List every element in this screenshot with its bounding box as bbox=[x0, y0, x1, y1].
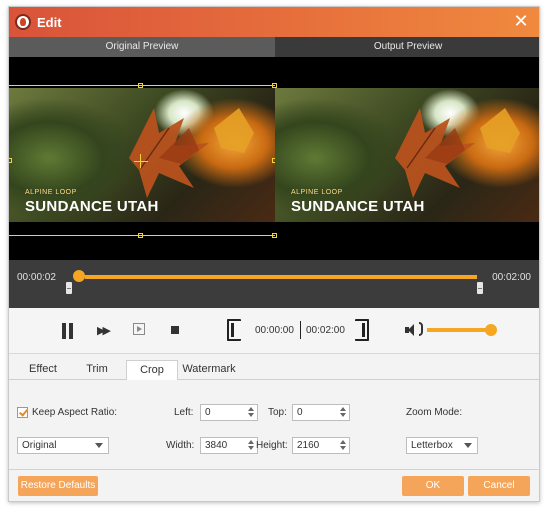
aspect-ratio-value: Original bbox=[22, 440, 57, 451]
restore-defaults-button[interactable]: Restore Defaults bbox=[18, 476, 98, 496]
left-value: 0 bbox=[205, 407, 211, 418]
tab-watermark[interactable]: Watermark bbox=[181, 360, 237, 380]
dialog-footer: Restore Defaults OK Cancel bbox=[9, 470, 539, 501]
caption-small: ALPINE LOOP bbox=[25, 189, 77, 196]
caption-big: SUNDANCE UTAH bbox=[25, 198, 159, 215]
spinner-arrows-icon[interactable] bbox=[248, 440, 254, 451]
time-separator bbox=[300, 321, 301, 339]
timeline-playhead[interactable] bbox=[73, 270, 85, 282]
keep-aspect-label: Keep Aspect Ratio: bbox=[32, 407, 118, 418]
set-end-icon[interactable] bbox=[355, 319, 369, 341]
caption-small: ALPINE LOOP bbox=[291, 189, 343, 196]
width-input[interactable]: 3840 bbox=[200, 437, 258, 454]
edit-dialog: Edit ✕ Original Preview Output Preview A… bbox=[8, 6, 540, 502]
trim-start-marker[interactable] bbox=[66, 282, 72, 294]
chevron-down-icon bbox=[95, 443, 103, 448]
ok-button[interactable]: OK bbox=[402, 476, 464, 496]
preview-area: ALPINE LOOP SUNDANCE UTAH ALPINE LOOP SU… bbox=[9, 57, 539, 260]
crop-handle-bottom[interactable] bbox=[138, 233, 143, 238]
edit-tabs: Effect Trim Crop Watermark bbox=[9, 360, 539, 381]
timeline-current-time: 00:00:02 bbox=[17, 272, 56, 283]
height-value: 2160 bbox=[297, 440, 320, 451]
width-label: Width: bbox=[166, 440, 195, 451]
set-start-icon[interactable] bbox=[227, 319, 241, 341]
original-preview-label: Original Preview bbox=[9, 37, 275, 57]
tab-trim[interactable]: Trim bbox=[77, 360, 117, 380]
crop-handle-bottom-right[interactable] bbox=[272, 233, 277, 238]
next-frame-icon[interactable] bbox=[133, 323, 145, 335]
top-label: Top: bbox=[268, 407, 287, 418]
window-title: Edit bbox=[37, 15, 62, 30]
pause-icon[interactable] bbox=[61, 323, 75, 339]
volume-waves-icon bbox=[419, 322, 423, 336]
stop-icon[interactable] bbox=[171, 326, 179, 334]
timeline-track[interactable] bbox=[77, 275, 477, 279]
height-input[interactable]: 2160 bbox=[292, 437, 350, 454]
spinner-arrows-icon[interactable] bbox=[340, 407, 346, 418]
timeline-progress bbox=[85, 275, 477, 279]
chevron-down-icon bbox=[464, 443, 472, 448]
video-frame-image: ALPINE LOOP SUNDANCE UTAH bbox=[9, 88, 275, 222]
fast-forward-icon[interactable]: ▶▶ bbox=[97, 324, 111, 337]
video-frame-image: ALPINE LOOP SUNDANCE UTAH bbox=[275, 88, 539, 222]
title-bar: Edit ✕ bbox=[9, 7, 539, 37]
trim-end-marker[interactable] bbox=[477, 282, 483, 294]
crop-handle-top[interactable] bbox=[138, 83, 143, 88]
height-label: Height: bbox=[256, 440, 288, 451]
timeline: 00:00:02 00:02:00 bbox=[9, 260, 539, 308]
crosshair-icon bbox=[134, 161, 148, 162]
volume-level bbox=[427, 328, 488, 332]
left-input[interactable]: 0 bbox=[200, 404, 258, 421]
app-logo-icon bbox=[15, 14, 31, 30]
keep-aspect-checkbox[interactable] bbox=[17, 407, 28, 418]
tab-crop[interactable]: Crop bbox=[126, 360, 178, 381]
crop-handle-left[interactable] bbox=[9, 158, 12, 163]
cancel-button[interactable]: Cancel bbox=[468, 476, 530, 496]
crop-settings-panel: Keep Aspect Ratio: Original Left: 0 Top:… bbox=[9, 380, 539, 470]
spinner-arrows-icon[interactable] bbox=[248, 407, 254, 418]
left-label: Left: bbox=[174, 407, 194, 418]
top-value: 0 bbox=[297, 407, 303, 418]
top-input[interactable]: 0 bbox=[292, 404, 350, 421]
clip-end-time: 00:02:00 bbox=[306, 325, 345, 336]
aspect-ratio-select[interactable]: Original bbox=[17, 437, 109, 454]
width-value: 3840 bbox=[205, 440, 228, 451]
spinner-arrows-icon[interactable] bbox=[340, 440, 346, 451]
original-preview-frame[interactable]: ALPINE LOOP SUNDANCE UTAH bbox=[9, 88, 275, 222]
volume-knob[interactable] bbox=[485, 324, 497, 336]
close-icon[interactable]: ✕ bbox=[511, 11, 531, 31]
output-preview-label: Output Preview bbox=[275, 37, 539, 57]
output-preview-frame: ALPINE LOOP SUNDANCE UTAH bbox=[275, 88, 539, 222]
zoom-mode-value: Letterbox bbox=[411, 440, 453, 451]
zoom-mode-label: Zoom Mode: bbox=[406, 407, 463, 418]
timeline-end-time: 00:02:00 bbox=[492, 272, 531, 283]
playback-controls: ▶▶ 00:00:00 00:02:00 bbox=[9, 308, 539, 354]
clip-start-time: 00:00:00 bbox=[255, 325, 294, 336]
zoom-mode-select[interactable]: Letterbox bbox=[406, 437, 478, 454]
volume-slider[interactable] bbox=[427, 328, 491, 332]
caption-big: SUNDANCE UTAH bbox=[291, 198, 425, 215]
tab-effect[interactable]: Effect bbox=[21, 360, 65, 380]
crosshair-icon bbox=[140, 154, 141, 168]
